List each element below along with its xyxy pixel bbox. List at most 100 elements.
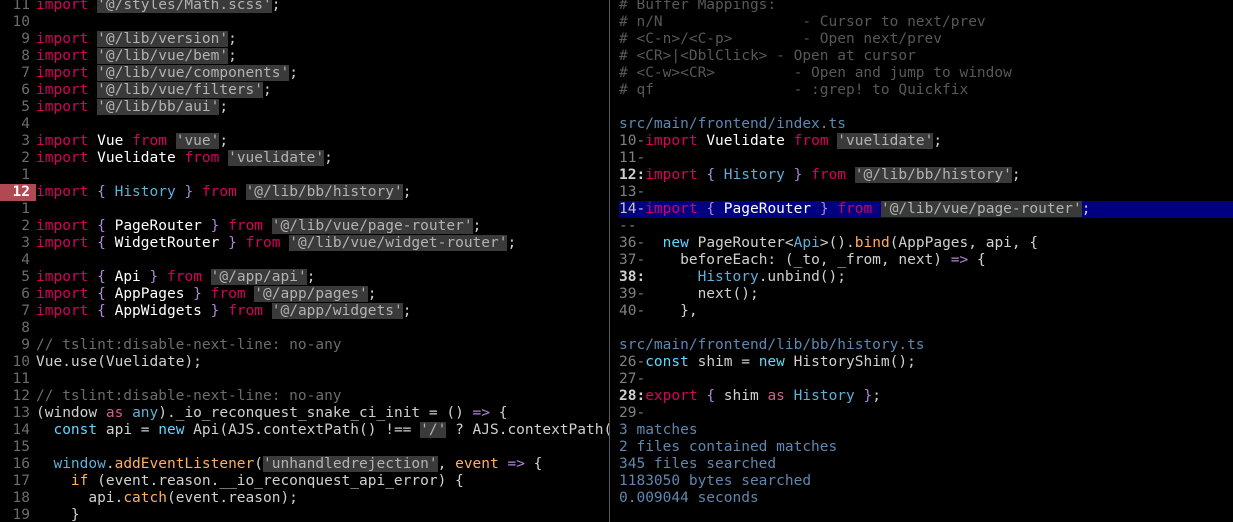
code-token: History [793, 388, 855, 404]
source-line[interactable]: 4 [0, 252, 609, 269]
source-line[interactable]: 19 } [0, 507, 609, 522]
source-line[interactable]: 15 [0, 439, 609, 456]
code-token: { [97, 286, 106, 302]
code-token: ; [507, 235, 517, 251]
source-line[interactable]: 4 [0, 116, 609, 133]
result-context-line[interactable]: 26-const shim = new HistoryShim(); [619, 354, 1233, 371]
source-line[interactable]: 3 import Vue from 'vue'; [0, 133, 609, 150]
code-token: import [645, 201, 698, 217]
code-token: import [36, 82, 89, 98]
code-token: const [53, 422, 98, 438]
result-line-number: 26- [619, 354, 646, 370]
result-context-line[interactable]: 29- [619, 405, 1233, 422]
search-summary-text: 345 files searched [619, 456, 777, 472]
source-line[interactable]: 5 import '@/lib/bb/aui'; [0, 99, 609, 116]
source-line[interactable]: 8 [0, 320, 609, 337]
line-number: 17 [12, 473, 30, 489]
code-token: Vuelidate [97, 150, 176, 166]
terminal-screen: 11 import '@/styles/Math.scss'; 10 9 import … [0, 0, 1233, 522]
result-context-line[interactable]: 27- [619, 371, 1233, 388]
grep-results-pane[interactable]: # Buffer Mappings: # n/N - Cursor to next… [610, 0, 1233, 522]
code-token: Vuelidate [706, 133, 785, 149]
code-token: PageRouter [114, 218, 202, 234]
source-line[interactable]: 18 api.catch(event.reason); [0, 490, 609, 507]
source-line[interactable]: 7 import { AppWidgets } from '@/app/widge… [0, 303, 609, 320]
source-line[interactable]: 3 import { WidgetRouter } from '@/lib/vue… [0, 235, 609, 252]
code-token: ; [324, 150, 333, 166]
code-token: ; [1011, 167, 1021, 183]
source-line[interactable]: 17 if (event.reason.__io_reconquest_api_… [0, 473, 609, 490]
result-context-line[interactable]: 11- [619, 150, 1233, 167]
source-line[interactable]: 9 // tslint:disable-next-line: no-any [0, 337, 609, 354]
line-number: 2 [21, 150, 30, 166]
code-token: '@/lib/vue/components' [97, 65, 290, 81]
source-line[interactable]: 16 window.addEventListener('unhandledrej… [0, 456, 609, 473]
source-line[interactable]: 9 import '@/lib/version'; [0, 31, 609, 48]
source-line[interactable]: 2 import Vuelidate from 'vuelidate'; [0, 150, 609, 167]
source-line[interactable]: 1 [0, 201, 609, 218]
code-token: '@/lib/version' [97, 31, 229, 47]
result-context-line[interactable]: 37- beforeEach: (_to, _from, next) => { [619, 252, 1233, 269]
source-line[interactable]: 12 // tslint:disable-next-line: no-any [0, 388, 609, 405]
result-context-line[interactable]: 39- next(); [619, 286, 1233, 303]
code-token: import [36, 218, 89, 234]
source-line[interactable]: 1 [0, 167, 609, 184]
code-token: '@/lib/vue/page-router' [880, 201, 1082, 217]
code-token: } [193, 286, 202, 302]
result-context-line[interactable]: 14-import { PageRouter } from '@/lib/vue… [619, 201, 1233, 218]
source-line[interactable]: 5 import { Api } from '@/app/api'; [0, 269, 609, 286]
result-context-line[interactable]: 40- }, [619, 303, 1233, 320]
source-line[interactable]: 13 (window as any)._io_reconquest_snake_c… [0, 405, 609, 422]
result-match-line[interactable]: 12:import { History } from '@/lib/bb/his… [619, 167, 1233, 184]
source-editor-pane[interactable]: 11 import '@/styles/Math.scss'; 10 9 import … [0, 0, 609, 522]
source-line[interactable]: 6 import { AppPages } from '@/app/pages'; [0, 286, 609, 303]
source-line[interactable]: 2 import { PageRouter } from '@/lib/vue/p… [0, 218, 609, 235]
help-mapping-text: # <C-w><CR> - Open and jump to window [619, 65, 1012, 81]
source-line[interactable]: 8 import '@/lib/vue/bem'; [0, 48, 609, 65]
source-line[interactable]: 7 import '@/lib/vue/components'; [0, 65, 609, 82]
code-token: { [97, 269, 106, 285]
source-line[interactable]: 11 [0, 371, 609, 388]
code-token: from [167, 269, 202, 285]
result-context-line[interactable]: -- [619, 218, 1233, 235]
result-context-line[interactable]: 13- [619, 184, 1233, 201]
result-line-number: -- [619, 218, 637, 234]
result-file-header[interactable]: src/main/frontend/lib/bb/history.ts [619, 337, 1233, 354]
source-code-lines[interactable]: 11 import '@/styles/Math.scss'; 10 9 import … [0, 0, 609, 522]
result-file-header[interactable]: src/main/frontend/index.ts [619, 116, 1233, 133]
code-token: => [950, 252, 969, 268]
result-match-line[interactable]: 28:export { shim as History }; [619, 388, 1233, 405]
source-line[interactable]: 12 import { History } from '@/lib/bb/hist… [0, 184, 609, 201]
code-token: 'vue' [175, 133, 220, 149]
source-line[interactable]: 10 [0, 14, 609, 31]
code-token: } [149, 269, 159, 285]
code-token: } [228, 235, 237, 251]
source-line[interactable]: 6 import '@/lib/vue/filters'; [0, 82, 609, 99]
code-token: ; [228, 48, 237, 64]
result-match-line[interactable]: 38: History.unbind(); [619, 269, 1233, 286]
result-context-line[interactable]: 36- new PageRouter<Api>().bind(AppPages,… [619, 235, 1233, 252]
source-line[interactable]: 14 const api = new Api(AJS.contextPath()… [0, 422, 609, 439]
line-number: 5 [21, 269, 30, 285]
result-context-line[interactable]: 10-import Vuelidate from 'vuelidate'; [619, 133, 1233, 150]
source-line[interactable]: 11 import '@/styles/Math.scss'; [0, 0, 609, 14]
source-line[interactable]: 10 Vue.use(Vuelidate); [0, 354, 609, 371]
grep-results-lines[interactable]: # Buffer Mappings: # n/N - Cursor to next… [619, 0, 1233, 507]
help-mapping-line: # <C-w><CR> - Open and jump to window [619, 65, 1233, 82]
